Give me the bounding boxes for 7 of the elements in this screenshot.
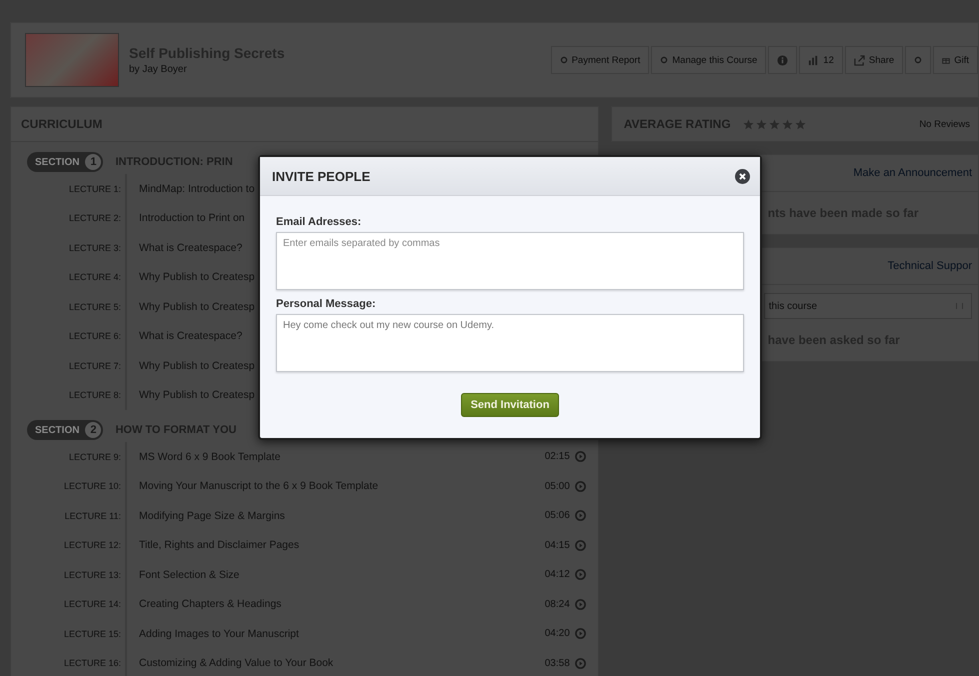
field-label: Email Adresses: [276, 216, 362, 228]
dialog-title: INVITE PEOPLE [272, 168, 370, 184]
review-count: No Reviews [919, 118, 970, 130]
section-badge: SECTION 1 [27, 152, 104, 172]
field-label: Personal Message: [276, 298, 377, 310]
course-author: by Jay Boyer [129, 64, 188, 75]
section-badge: SECTION 2 [27, 420, 104, 440]
